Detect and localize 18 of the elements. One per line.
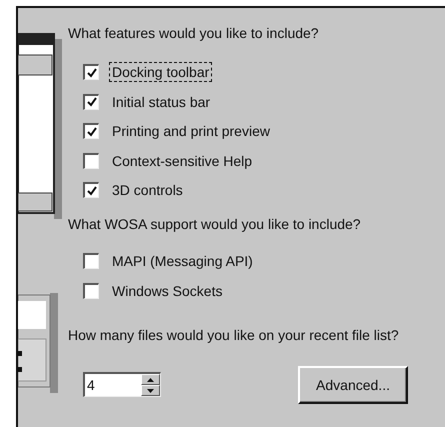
recent-files-prompt: How many files would you like on your recent file list? [68, 326, 400, 345]
checkbox[interactable] [83, 253, 99, 269]
checkbox-label[interactable]: Printing and print preview [109, 121, 273, 141]
checkbox-label[interactable]: Windows Sockets [109, 280, 226, 300]
wosa-prompt: What WOSA support would you like to include? [68, 215, 362, 234]
checkbox-label[interactable]: Initial status bar [109, 92, 214, 112]
checkbox[interactable] [83, 94, 99, 110]
checkbox[interactable] [83, 182, 99, 198]
checkbox-label[interactable]: Docking toolbar [109, 62, 212, 82]
features-prompt: What features would you like to include? [68, 24, 320, 43]
advanced-button[interactable]: Advanced... [298, 366, 408, 404]
checkbox-label[interactable]: Context-sensitive Help [109, 150, 256, 170]
checkbox-label[interactable]: MAPI (Messaging API) [109, 251, 256, 271]
checkbox-label[interactable]: 3D controls [109, 180, 186, 200]
checkbox[interactable] [83, 123, 99, 139]
checkbox[interactable] [83, 64, 99, 80]
checkbox[interactable] [83, 282, 99, 298]
checkbox[interactable] [83, 152, 99, 168]
